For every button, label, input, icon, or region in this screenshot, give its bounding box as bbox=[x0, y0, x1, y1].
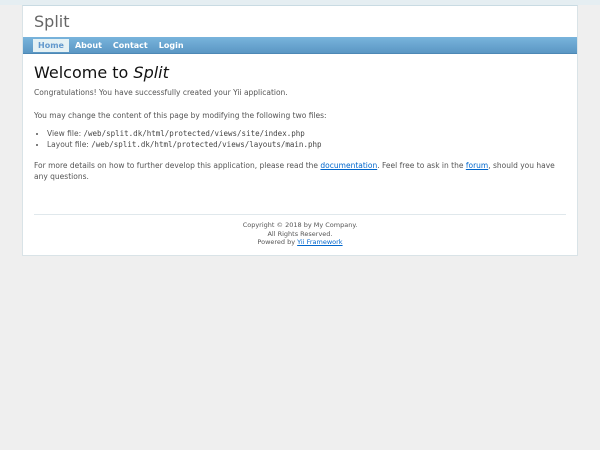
change-intro-text: You may change the content of this page … bbox=[34, 110, 327, 120]
list-item: Layout file: /web/split.dk/html/protecte… bbox=[47, 140, 566, 151]
main-menu: Home About Contact Login bbox=[23, 37, 577, 54]
footer-powered: Powered by Yii Framework bbox=[34, 238, 566, 247]
menu-item-login[interactable]: Login bbox=[154, 39, 189, 52]
footer-copyright: Copyright © 2018 by My Company. bbox=[242, 221, 358, 229]
footer-rights: All Rights Reserved. bbox=[267, 229, 333, 238]
list-item: View file: /web/split.dk/html/protected/… bbox=[47, 129, 566, 140]
menu-item-contact[interactable]: Contact bbox=[108, 39, 153, 52]
page-container: Split Home About Contact Login Welcome t… bbox=[22, 5, 578, 256]
site-logo: Split bbox=[34, 12, 70, 31]
details-middle: . Feel free to ask in the bbox=[377, 161, 466, 170]
title-prefix: Welcome to bbox=[34, 63, 134, 82]
menu-item-about[interactable]: About bbox=[70, 39, 107, 52]
menu-item-home[interactable]: Home bbox=[33, 38, 69, 52]
view-file-label: View file: bbox=[47, 129, 84, 138]
footer: Copyright © 2018 by My Company. All Righ… bbox=[34, 214, 566, 247]
title-app-name: Split bbox=[133, 63, 169, 82]
congrats-text: Congratulations! You have successfully c… bbox=[34, 88, 288, 97]
documentation-link[interactable]: documentation bbox=[320, 161, 377, 170]
details-text: For more details on how to further devel… bbox=[34, 161, 566, 182]
forum-link[interactable]: forum bbox=[466, 161, 488, 170]
details-prefix: For more details on how to further devel… bbox=[34, 161, 321, 170]
page-title: Welcome to Split bbox=[34, 63, 566, 82]
powered-prefix: Powered by bbox=[257, 238, 298, 246]
view-file-path: /web/split.dk/html/protected/views/site/… bbox=[83, 129, 305, 138]
yii-framework-link[interactable]: Yii Framework bbox=[297, 238, 342, 246]
layout-file-label: Layout file: bbox=[47, 139, 92, 149]
main-content: Welcome to Split Congratulations! You ha… bbox=[34, 63, 566, 182]
file-list: View file: /web/split.dk/html/protected/… bbox=[34, 129, 566, 150]
layout-file-path: /web/split.dk/html/protected/views/layou… bbox=[91, 139, 322, 149]
